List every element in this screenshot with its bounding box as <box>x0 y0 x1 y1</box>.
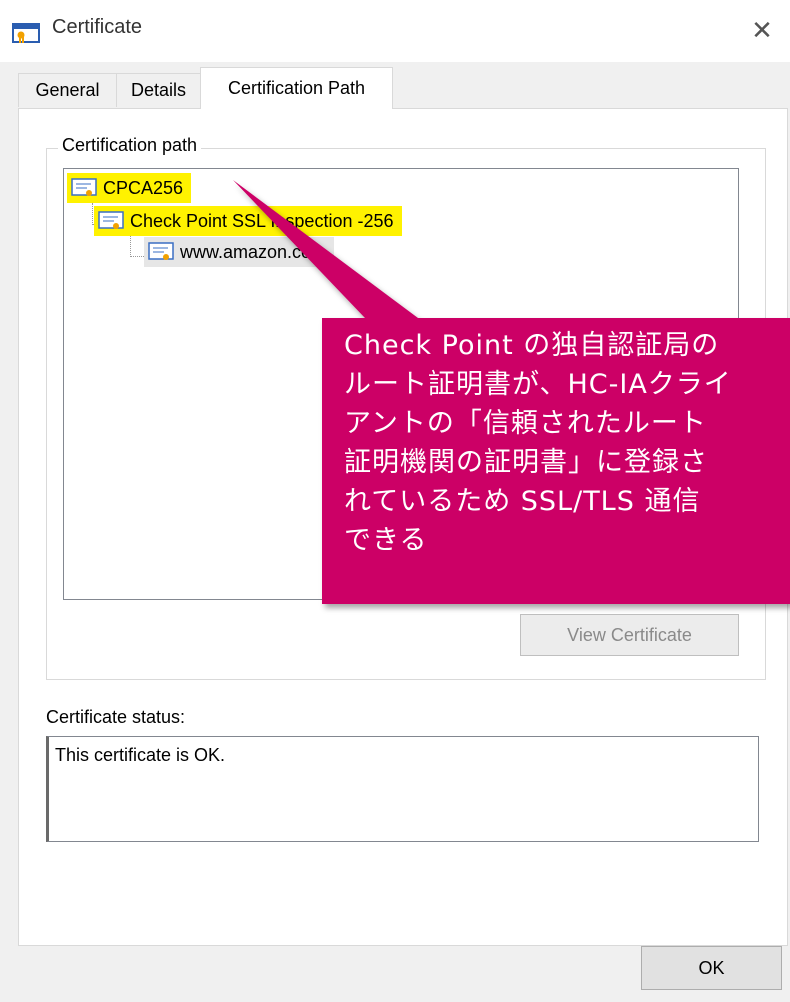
close-button[interactable]: ✕ <box>740 8 784 52</box>
certificate-status-text: This certificate is OK. <box>55 745 226 765</box>
certificate-icon <box>71 178 97 196</box>
certificate-icon <box>98 211 124 229</box>
tree-item-root[interactable]: CPCA256 <box>67 173 192 203</box>
tab-label: Certification Path <box>227 78 366 98</box>
tab-certification-path[interactable]: Certification Path <box>200 67 393 109</box>
window-title: Certificate <box>52 16 143 38</box>
tree-item-intermediate[interactable]: Check Point SSL Inspection -256 <box>94 206 402 236</box>
tree-item-label: CPCA256 <box>103 177 184 198</box>
certificate-status-label: Certificate status: <box>46 707 186 727</box>
title-bar: Certificate ✕ <box>0 0 790 62</box>
tab-label: Details <box>130 80 187 100</box>
tab-details[interactable]: Details <box>116 73 201 107</box>
tree-connector <box>130 233 131 257</box>
tab-label: General <box>35 80 100 100</box>
view-certificate-button[interactable]: View Certificate <box>520 614 739 656</box>
tree-item-label: Check Point SSL Inspection -256 <box>130 210 394 231</box>
certificate-status-field[interactable]: This certificate is OK. <box>46 736 759 842</box>
tree-item-label: www.amazon.com <box>180 241 327 262</box>
annotation-callout-text: Check Point の独自認証局の ルート証明書が、HC-IAクライ アント… <box>344 330 732 556</box>
certificate-icon <box>12 23 40 43</box>
certificate-icon <box>148 242 174 260</box>
tree-item-leaf[interactable]: www.amazon.com <box>144 237 335 267</box>
ok-button[interactable]: OK <box>641 946 782 990</box>
group-legend: Certification path <box>58 135 202 156</box>
tree-connector <box>92 203 93 225</box>
close-icon: ✕ <box>751 14 773 45</box>
tab-general[interactable]: General <box>18 73 117 107</box>
